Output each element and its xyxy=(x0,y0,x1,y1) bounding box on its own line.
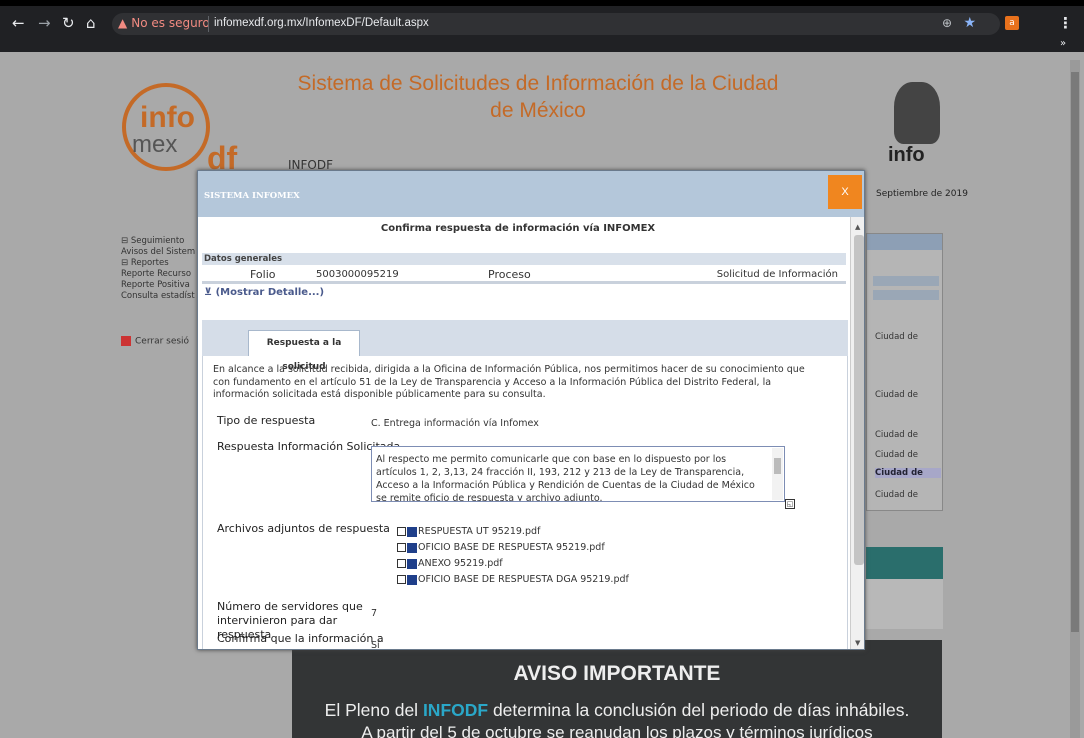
respuesta-textarea[interactable]: Al respecto me permito comunicarle que c… xyxy=(371,446,785,502)
tab-respuesta-solicitud[interactable]: Respuesta a la solicitud xyxy=(248,330,360,372)
aviso-line1: El Pleno del INFODF determina la conclus… xyxy=(324,700,910,720)
browser-menu-icon[interactable]: ⋮ xyxy=(1058,14,1073,32)
scrollbar-thumb[interactable] xyxy=(854,235,864,565)
datos-generales-header: Datos generales xyxy=(202,253,846,265)
scrollbar-thumb[interactable] xyxy=(1071,72,1079,632)
servidores-value: 7 xyxy=(371,608,378,619)
folio-label: Folio xyxy=(250,268,276,281)
view-icon[interactable] xyxy=(397,543,406,552)
textarea-scrollbar[interactable] xyxy=(772,448,783,500)
bookmark-star-icon[interactable]: ★ xyxy=(963,15,976,31)
confirma-label: Confirma que la información a xyxy=(217,632,384,645)
proceso-value: Solicitud de Información xyxy=(716,269,838,280)
warning-icon: ▲ xyxy=(118,16,128,30)
intro-text: En alcance a la solicitud recibida, diri… xyxy=(213,364,805,400)
browser-toolbar: ← → ↻ ⌂ ▲ No es seguro infomexdf.org.mx/I… xyxy=(0,0,1084,52)
proceso-label: Proceso xyxy=(488,268,531,281)
extension-icon[interactable]: a xyxy=(1005,16,1019,30)
attachment-row[interactable]: OFICIO BASE DE RESPUESTA DGA 95219.pdf xyxy=(397,574,629,585)
view-icon[interactable] xyxy=(397,575,406,584)
menu-item[interactable]: ⊟ Seguimiento xyxy=(121,236,201,247)
aviso-line2: A partir del 5 de octubre se reanudan lo… xyxy=(361,723,873,738)
menu-item[interactable]: ⊟ Reportes xyxy=(121,258,201,269)
view-icon[interactable] xyxy=(397,559,406,568)
infodf-logo: info xyxy=(888,82,948,172)
archivos-label: Archivos adjuntos de respuesta xyxy=(217,522,390,535)
logout-link[interactable]: Cerrar sesió xyxy=(121,336,189,347)
divider xyxy=(208,16,209,32)
save-icon[interactable] xyxy=(407,558,417,569)
panel-item[interactable]: Ciudad de xyxy=(875,390,918,400)
confirm-title: Confirma respuesta de información vía IN… xyxy=(380,223,656,234)
confirma-value: Sí xyxy=(371,640,380,650)
teal-banner xyxy=(866,547,943,579)
tipo-respuesta-label: Tipo de respuesta xyxy=(217,414,316,427)
menu-item[interactable]: Avisos del Sistem xyxy=(121,247,201,258)
attachment-row[interactable]: RESPUESTA UT 95219.pdf xyxy=(397,526,540,537)
logout-icon xyxy=(121,336,131,346)
mostrar-detalle-link[interactable]: ⊻ (Mostrar Detalle...) xyxy=(204,287,324,298)
zoom-text-icon[interactable]: ◱ xyxy=(785,499,795,509)
panel-item-active[interactable]: Ciudad de xyxy=(875,468,941,478)
modal-title: SISTEMA INFOMEX xyxy=(204,191,300,201)
menu-item[interactable]: Reporte Recurso xyxy=(121,269,201,280)
panel-bar xyxy=(873,290,939,300)
back-icon[interactable]: ← xyxy=(12,14,25,32)
scroll-down-icon[interactable]: ▼ xyxy=(855,639,860,647)
reload-icon[interactable]: ↻ xyxy=(62,14,75,32)
save-icon[interactable] xyxy=(407,526,417,537)
tipo-respuesta-value: C. Entrega información vía Infomex xyxy=(371,418,539,429)
home-icon[interactable]: ⌂ xyxy=(86,14,96,32)
grey-box xyxy=(866,579,943,629)
panel-item[interactable]: Ciudad de xyxy=(875,332,918,342)
save-icon[interactable] xyxy=(407,542,417,553)
panel-item[interactable]: Ciudad de xyxy=(875,490,918,500)
attachment-row[interactable]: OFICIO BASE DE RESPUESTA 95219.pdf xyxy=(397,542,605,553)
site-title: Sistema de Solicitudes de Información de… xyxy=(297,72,779,122)
forward-icon[interactable]: → xyxy=(38,14,51,32)
attachment-row[interactable]: ANEXO 95219.pdf xyxy=(397,558,503,569)
menu-item[interactable]: Consulta estadíst xyxy=(121,291,201,302)
panel-item[interactable]: Ciudad de xyxy=(875,450,918,460)
page-scrollbar[interactable] xyxy=(1070,60,1080,738)
security-indicator[interactable]: ▲ No es seguro xyxy=(118,16,210,30)
menu-item[interactable]: Reporte Positiva xyxy=(121,280,201,291)
address-bar[interactable]: ▲ No es seguro infomexdf.org.mx/InfomexDF… xyxy=(112,13,1000,35)
folio-value: 5003000095219 xyxy=(316,269,399,280)
right-panel: Ciudad de Ciudad de Ciudad de Ciudad de … xyxy=(866,233,943,511)
modal-scrollbar[interactable]: ▲ ▼ xyxy=(850,217,864,649)
left-menu: ⊟ Seguimiento Avisos del Sistem ⊟ Report… xyxy=(121,236,201,302)
bookmarks-overflow-icon[interactable]: » xyxy=(1060,38,1066,49)
scrollbar-thumb[interactable] xyxy=(774,458,781,474)
modal-body: Confirma respuesta de información vía IN… xyxy=(198,217,852,650)
tab-strip xyxy=(0,0,1084,6)
panel-header xyxy=(867,234,942,250)
tab-strip: Respuesta a la solicitud xyxy=(202,320,848,372)
datos-generales-row: Folio 5003000095219 Proceso Solicitud de… xyxy=(202,266,846,284)
infomex-modal: SISTEMA INFOMEX X Confirma respuesta de … xyxy=(197,170,865,650)
panel-item[interactable]: Ciudad de xyxy=(875,430,918,440)
panel-bar xyxy=(873,276,939,286)
modal-header: SISTEMA INFOMEX X xyxy=(198,171,864,217)
infomex-logo: info mex xyxy=(122,83,210,171)
aviso-heading: AVISO IMPORTANTE xyxy=(513,662,721,685)
save-icon[interactable] xyxy=(407,574,417,585)
zoom-icon[interactable]: ⊕ xyxy=(942,16,952,30)
close-button[interactable]: X xyxy=(828,175,862,209)
mexico-city-map-icon xyxy=(894,82,940,144)
view-icon[interactable] xyxy=(397,527,406,536)
scroll-up-icon[interactable]: ▲ xyxy=(855,223,860,231)
date-text: Septiembre de 2019 xyxy=(876,189,968,199)
url-text[interactable]: infomexdf.org.mx/InfomexDF/Default.aspx xyxy=(214,17,429,29)
tab-content: En alcance a la solicitud recibida, diri… xyxy=(202,356,848,650)
expand-icon: ⊻ xyxy=(204,287,216,298)
aviso-banner: AVISO IMPORTANTE El Pleno del INFODF det… xyxy=(292,640,942,738)
